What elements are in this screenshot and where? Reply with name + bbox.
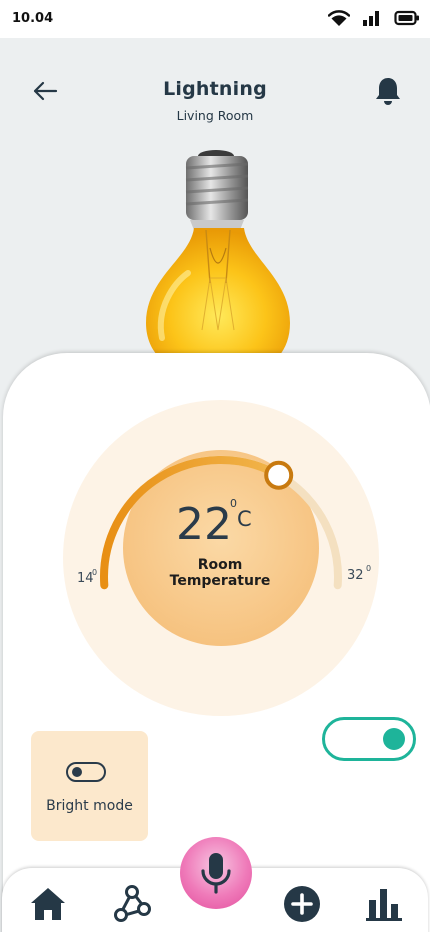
nav-connections-button[interactable] [110,882,154,926]
dial-handle[interactable] [264,460,294,490]
nav-stats-button[interactable] [362,882,406,926]
temperature-caption: Room Temperature [150,557,290,589]
temperature-value: 22 [176,499,232,550]
toggle-off-icon [66,762,106,782]
power-toggle-knob [383,728,405,750]
power-toggle[interactable] [322,717,416,761]
share-nodes-icon [114,885,151,922]
home-icon [31,888,65,920]
temperature-caption-line1: Room [197,557,243,573]
bright-mode-button[interactable]: Bright mode [31,731,148,841]
max-temperature-label: 32 [347,568,364,583]
min-temperature-degree: 0 [92,568,98,577]
nav-home-button[interactable] [26,882,70,926]
voice-command-button[interactable] [180,837,252,909]
temperature-unit: C [237,507,252,531]
temperature-degree-symbol: 0 [230,497,237,510]
max-temperature-degree: 0 [366,564,372,573]
plus-circle-icon [284,886,320,922]
temperature-caption-line2: Temperature [169,573,271,590]
bright-mode-label: Bright mode [46,798,133,814]
bar-chart-icon [366,889,402,921]
nav-add-button[interactable] [280,882,324,926]
microphone-icon [201,853,231,894]
toggle-knob [72,767,82,777]
